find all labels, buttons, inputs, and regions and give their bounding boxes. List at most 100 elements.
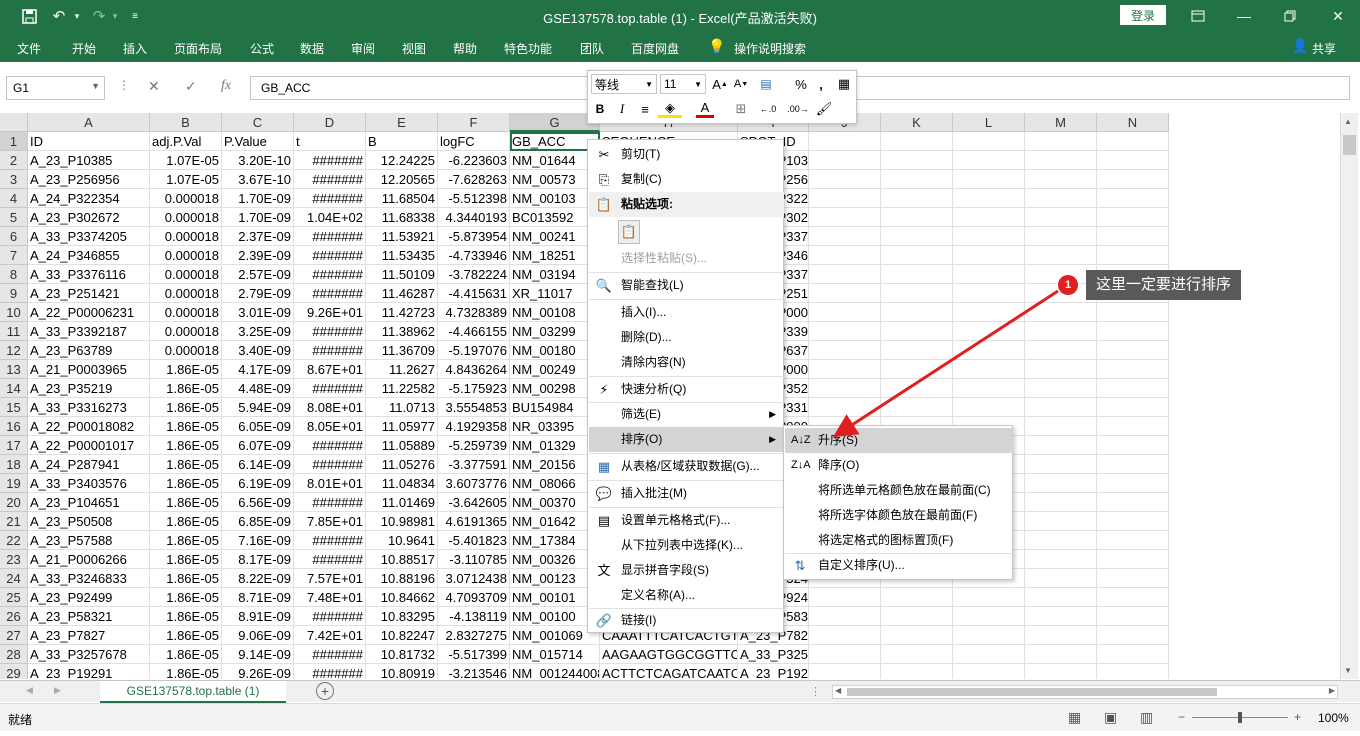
table-cell[interactable]: 4.7328389 [438,303,510,322]
row-header[interactable]: 7 [0,246,28,265]
table-cell[interactable]: 11.01469 [366,493,438,512]
table-cell[interactable]: 4.8436264 [438,360,510,379]
table-cell[interactable]: -5.175923 [438,379,510,398]
table-cell[interactable]: 3.01E-09 [222,303,294,322]
table-cell[interactable] [881,246,953,265]
table-cell[interactable] [953,284,1025,303]
menu-item-custom-sort[interactable]: ⇅ 自定义排序(U)... [785,553,1013,578]
table-cell[interactable]: A_33_P3257678 [738,645,809,664]
table-cell[interactable] [1025,550,1097,569]
table-cell[interactable]: 10.9641 [366,531,438,550]
table-cell[interactable]: 2.37E-09 [222,227,294,246]
table-cell[interactable] [1097,531,1169,550]
table-cell[interactable]: 11.05276 [366,455,438,474]
table-cell[interactable] [809,322,881,341]
table-cell[interactable] [1025,569,1097,588]
table-cell[interactable]: 11.22582 [366,379,438,398]
table-cell[interactable] [953,664,1025,679]
row-header[interactable]: 6 [0,227,28,246]
tab-home[interactable]: 开始 [72,40,96,57]
table-cell[interactable] [881,151,953,170]
table-cell[interactable]: 11.05977 [366,417,438,436]
column-header-e[interactable]: E [366,113,438,132]
ribbon-display-options-icon[interactable] [1186,4,1210,28]
row-header[interactable]: 19 [0,474,28,493]
table-cell[interactable]: -4.466155 [438,322,510,341]
table-cell[interactable]: 0.000018 [150,341,222,360]
table-cell[interactable]: A_24_P346855 [28,246,150,265]
table-cell[interactable] [881,132,953,151]
table-cell[interactable]: 10.84662 [366,588,438,607]
table-cell[interactable]: 1.70E-09 [222,208,294,227]
table-cell[interactable] [881,170,953,189]
font-name-select[interactable]: 等线 ▼ [591,74,657,94]
table-cell[interactable]: 11.68338 [366,208,438,227]
table-cell[interactable]: -6.223603 [438,151,510,170]
table-cell[interactable]: -5.517399 [438,645,510,664]
table-cell[interactable]: 6.19E-09 [222,474,294,493]
tab-insert[interactable]: 插入 [123,40,147,57]
tab-formulas[interactable]: 公式 [250,40,274,57]
table-cell[interactable] [953,151,1025,170]
table-cell[interactable] [1097,607,1169,626]
table-cell[interactable]: -4.138119 [438,607,510,626]
table-cell[interactable] [881,379,953,398]
table-cell[interactable]: ####### [294,170,366,189]
table-cell[interactable]: A_23_P57588 [28,531,150,550]
row-header[interactable]: 5 [0,208,28,227]
table-cell[interactable]: 12.20565 [366,170,438,189]
percent-style-icon[interactable]: % [792,75,810,93]
table-cell[interactable]: A_23_P256956 [28,170,150,189]
table-cell[interactable]: 1.86E-05 [150,550,222,569]
row-header[interactable]: 14 [0,379,28,398]
accounting-format-icon[interactable]: ▤ [754,75,778,93]
table-cell[interactable]: 6.07E-09 [222,436,294,455]
table-cell[interactable]: 1.70E-09 [222,189,294,208]
table-cell[interactable]: -3.642605 [438,493,510,512]
table-cell[interactable]: 0.000018 [150,208,222,227]
column-header-l[interactable]: L [953,113,1025,132]
normal-view-icon[interactable]: ▦ [1068,709,1081,726]
table-cell[interactable]: 4.48E-09 [222,379,294,398]
table-cell[interactable]: B [366,132,438,151]
table-cell[interactable] [1025,474,1097,493]
table-cell[interactable]: ####### [294,246,366,265]
table-cell[interactable]: ####### [294,379,366,398]
table-cell[interactable]: 1.86E-05 [150,569,222,588]
sheet-tab-active[interactable]: GSE137578.top.table (1) [100,681,286,703]
table-cell[interactable] [809,645,881,664]
table-cell[interactable]: 11.42723 [366,303,438,322]
vertical-scrollbar[interactable]: ▲ ▼ [1340,113,1358,679]
table-cell[interactable] [1097,170,1169,189]
table-cell[interactable] [881,284,953,303]
table-cell[interactable] [953,322,1025,341]
table-cell[interactable]: 1.86E-05 [150,436,222,455]
table-cell[interactable] [809,626,881,645]
menu-item-link[interactable]: 🔗 链接(I) [589,608,784,633]
table-cell[interactable] [809,398,881,417]
table-cell[interactable] [1097,360,1169,379]
row-header[interactable]: 8 [0,265,28,284]
scroll-right-icon[interactable]: ▶ [1329,686,1335,695]
row-header[interactable]: 13 [0,360,28,379]
table-cell[interactable] [809,607,881,626]
table-cell[interactable] [1025,398,1097,417]
table-cell[interactable]: 1.86E-05 [150,417,222,436]
table-cell[interactable]: NM_015714 [510,645,600,664]
table-cell[interactable]: 8.01E+01 [294,474,366,493]
table-cell[interactable]: -5.259739 [438,436,510,455]
table-cell[interactable]: A_33_P3392187 [28,322,150,341]
table-cell[interactable]: 6.56E-09 [222,493,294,512]
confirm-entry-icon[interactable]: ✓ [185,78,197,95]
table-cell[interactable]: 1.86E-05 [150,531,222,550]
table-cell[interactable]: A_23_P104651 [28,493,150,512]
table-cell[interactable] [881,626,953,645]
table-cell[interactable]: ####### [294,436,366,455]
row-header[interactable]: 27 [0,626,28,645]
close-icon[interactable]: ✕ [1326,4,1350,28]
table-cell[interactable]: A_23_P302672 [28,208,150,227]
table-cell[interactable] [1097,512,1169,531]
table-cell[interactable] [809,227,881,246]
menu-item-pick-from-list[interactable]: 从下拉列表中选择(K)... [589,533,784,558]
table-cell[interactable]: 0.000018 [150,303,222,322]
